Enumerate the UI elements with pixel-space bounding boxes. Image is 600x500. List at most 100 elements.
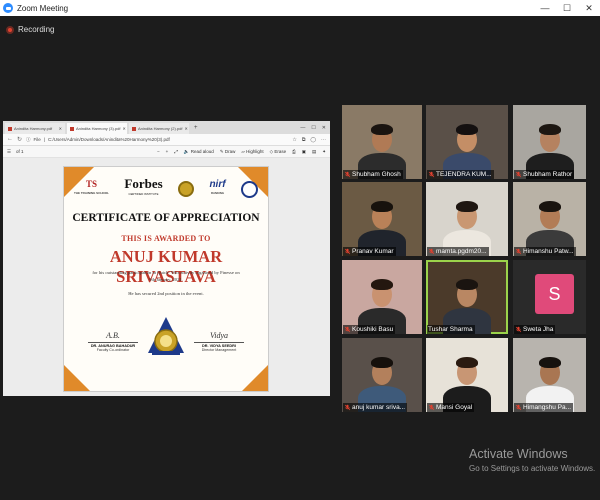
- participant-avatar: S: [535, 274, 574, 314]
- participant-tile[interactable]: Shubham Ghosh: [342, 105, 422, 179]
- participant-name: Tushar Sharma: [428, 326, 473, 333]
- pdf-viewport[interactable]: TS THE TRAINING SCHOOL Forbes CERTIFIED IN…: [3, 158, 330, 396]
- browser-close-icon[interactable]: ✕: [322, 125, 326, 131]
- close-tab-icon[interactable]: ✕: [184, 126, 187, 131]
- participant-hair: [371, 124, 393, 135]
- close-tab-icon[interactable]: ✕: [122, 126, 125, 131]
- participant-name-label: Himanshu Patw...: [514, 247, 576, 256]
- participant-tile[interactable]: S Sweta Jha: [513, 260, 586, 334]
- collections-icon[interactable]: ⧉: [302, 137, 306, 143]
- participant-name-label: Tushar Sharma: [427, 325, 475, 334]
- certificate-position-text: He has secured 2nd position in the event…: [128, 291, 204, 296]
- participant-name: mamta.pgdm20...: [436, 248, 487, 255]
- participant-name-label: Pranav Kumar: [343, 247, 396, 256]
- minimize-button[interactable]: —: [534, 0, 556, 16]
- print-icon[interactable]: ⎙: [292, 149, 296, 155]
- page-indicator: of 1: [16, 149, 24, 154]
- muted-mic-icon: [344, 326, 351, 333]
- pin-icon[interactable]: ✦: [322, 149, 326, 155]
- info-icon: ⓘ: [26, 136, 31, 142]
- participant-hair: [456, 201, 478, 212]
- more-icon[interactable]: ⋯: [321, 137, 326, 143]
- recording-label: Recording: [18, 25, 55, 34]
- participant-name: Mansi Goyal: [436, 404, 473, 411]
- awarded-to-label: THIS IS AWARDED TO: [121, 234, 211, 243]
- zoom-out-icon[interactable]: −: [157, 149, 160, 155]
- watermark-title: Activate Windows: [469, 447, 568, 461]
- save-icon[interactable]: ▣: [302, 149, 306, 155]
- save-as-icon[interactable]: ▤: [312, 149, 316, 155]
- browser-tab[interactable]: Anindita Harmony.pdf ✕: [5, 123, 65, 134]
- participant-tile[interactable]: Himanshu Patw...: [513, 182, 586, 256]
- url-field[interactable]: ⓘ File | C:/Users/Admin/Downloads/Anindi…: [26, 137, 288, 143]
- participant-name-label: Koushiki Basu: [343, 325, 396, 334]
- certificate-heading: CERTIFICATE OF APPRECIATION: [72, 212, 260, 224]
- participant-tile[interactable]: Pranav Kumar: [342, 182, 422, 256]
- participant-hair: [538, 201, 561, 212]
- zoom-logo-icon: [3, 3, 13, 13]
- refresh-icon[interactable]: ↻: [17, 136, 22, 143]
- participant-tile[interactable]: mamta.pgdm20...: [426, 182, 508, 256]
- participant-name: anuj kumar sriva...: [352, 404, 406, 411]
- file-label: File: [33, 136, 41, 142]
- zoom-in-icon[interactable]: +: [166, 149, 169, 155]
- participant-name-label: Sweta Jha: [514, 325, 556, 334]
- address-bar: ← ↻ ⓘ File | C:/Users/Admin/Downloads/An…: [3, 134, 330, 146]
- participant-name: Sweta Jha: [523, 326, 554, 333]
- pdf-icon: [132, 126, 136, 131]
- participant-name: Himanshu Patw...: [523, 248, 574, 255]
- participant-name: Shubham Ghosh: [352, 171, 401, 178]
- favorite-icon[interactable]: ☆: [292, 137, 296, 143]
- participant-tile[interactable]: TEJENDRA KUM...: [426, 105, 508, 179]
- participant-hair: [371, 201, 393, 212]
- certificate-logos: TS THE TRAINING SCHOOL Forbes CERTIFIED IN…: [74, 176, 258, 200]
- participant-tile[interactable]: anuj kumar sriva...: [342, 338, 422, 412]
- participant-tile[interactable]: Himangshu Pa...: [513, 338, 586, 412]
- browser-maximize-icon[interactable]: ☐: [311, 125, 315, 131]
- ornament-corner: [242, 365, 268, 391]
- participant-tile[interactable]: Tushar Sharma: [426, 260, 508, 334]
- muted-mic-icon: [515, 326, 522, 333]
- browser-tab[interactable]: Anindita Harmony (2).pdf ✕: [129, 123, 189, 134]
- participant-name-label: Shubham Ghosh: [343, 170, 403, 179]
- tab-label: Anindita Harmony (3).pdf: [76, 126, 121, 131]
- close-button[interactable]: ✕: [578, 0, 600, 16]
- fit-icon[interactable]: ⤢: [174, 149, 178, 155]
- recording-indicator[interactable]: Recording: [6, 25, 54, 34]
- participant-name-label: Shubham Rathor: [514, 170, 575, 179]
- participant-hair: [371, 357, 393, 368]
- muted-mic-icon: [428, 171, 435, 178]
- browser-tab-strip: Anindita Harmony.pdf ✕ Anindita Harmony (…: [3, 121, 330, 134]
- award-seal-icon: [148, 317, 184, 355]
- window-controls: — ☐ ✕: [534, 0, 600, 16]
- participant-name-label: anuj kumar sriva...: [343, 403, 408, 412]
- browser-tab-active[interactable]: Anindita Harmony (3).pdf ✕: [67, 123, 127, 134]
- url-text: C:/Users/Admin/Downloads/Anindita%20Harm…: [47, 136, 170, 142]
- participant-tile[interactable]: Koushiki Basu: [342, 260, 422, 334]
- participant-name-label: Himangshu Pa...: [514, 403, 574, 412]
- read-aloud-button[interactable]: 🔈 Read aloud: [184, 149, 214, 155]
- signature-left: A.B. DR. ANURAG BAHADUR Faculty Co-ordin…: [84, 331, 142, 352]
- profile-icon[interactable]: ◯: [310, 137, 316, 143]
- muted-mic-icon: [344, 404, 351, 411]
- participant-tile[interactable]: Shubham Rathor: [513, 105, 586, 179]
- close-tab-icon[interactable]: ✕: [59, 126, 62, 131]
- new-tab-button[interactable]: +: [194, 125, 198, 131]
- highlight-button[interactable]: ▱ Highlight: [241, 149, 263, 155]
- tab-label: Anindita Harmony (2).pdf: [138, 126, 183, 131]
- back-icon[interactable]: ←: [7, 136, 13, 143]
- participant-hair: [538, 357, 561, 368]
- record-icon: [6, 25, 14, 34]
- participant-hair: [456, 279, 478, 290]
- contents-icon[interactable]: ☰: [7, 149, 11, 155]
- pdf-icon: [8, 126, 12, 131]
- window-title: Zoom Meeting: [17, 3, 69, 13]
- maximize-button[interactable]: ☐: [556, 0, 578, 16]
- shared-screen[interactable]: Anindita Harmony.pdf ✕ Anindita Harmony (…: [3, 121, 330, 396]
- draw-button[interactable]: ✎ Draw: [220, 149, 236, 155]
- participant-name: Pranav Kumar: [352, 248, 394, 255]
- erase-button[interactable]: ◇ Erase: [270, 149, 286, 155]
- forbes-logo: Forbes CERTIFIED INSTITUTE: [124, 176, 163, 196]
- participant-tile[interactable]: Mansi Goyal: [426, 338, 508, 412]
- browser-minimize-icon[interactable]: —: [300, 125, 305, 131]
